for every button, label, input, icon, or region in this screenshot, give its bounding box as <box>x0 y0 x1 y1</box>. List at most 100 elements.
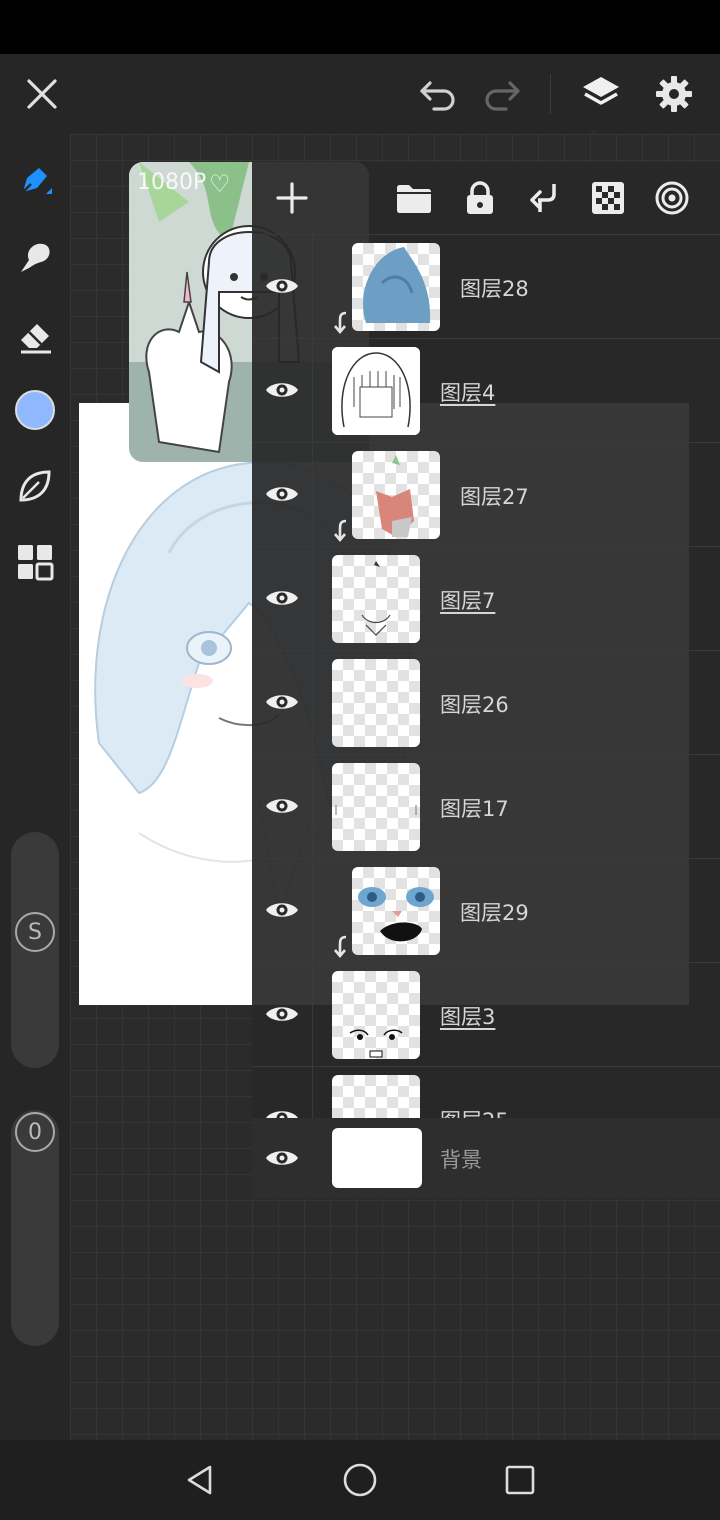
clip-arrow-icon <box>334 519 347 543</box>
layer-thumbnail <box>352 451 440 539</box>
eye-icon <box>266 279 298 293</box>
layers-icon <box>583 77 619 105</box>
settings-button[interactable] <box>644 54 704 134</box>
layer-name: 背景 <box>440 1148 482 1172</box>
visibility-toggle[interactable] <box>260 365 304 415</box>
add-layer-button[interactable] <box>264 170 320 226</box>
eye-icon <box>266 487 298 501</box>
blend-mode-button[interactable] <box>644 170 700 226</box>
eye-icon <box>266 1151 298 1165</box>
layer-thumbnail <box>332 971 420 1059</box>
visibility-toggle[interactable] <box>260 261 304 311</box>
back-button[interactable] <box>160 1440 240 1520</box>
close-icon <box>27 79 57 109</box>
current-color-swatch <box>15 390 55 430</box>
visibility-toggle[interactable] <box>260 573 304 623</box>
layer-row[interactable]: 图层7 <box>252 546 720 651</box>
eye-icon <box>266 383 298 397</box>
leaf-icon <box>19 470 51 502</box>
size-slider-knob[interactable]: S <box>13 910 57 954</box>
add-folder-button[interactable] <box>386 170 442 226</box>
visibility-toggle[interactable] <box>260 885 304 935</box>
plus-icon <box>276 182 308 214</box>
visibility-toggle[interactable] <box>260 1133 304 1183</box>
alpha-lock-button[interactable] <box>580 170 636 226</box>
clipping-mask-icon <box>530 184 556 212</box>
clip-arrow-icon <box>334 935 347 959</box>
home-button[interactable] <box>320 1440 400 1520</box>
gear-icon <box>656 76 692 112</box>
lock-icon <box>467 181 493 214</box>
layers-button[interactable] <box>570 54 632 134</box>
smudge-icon <box>21 243 50 272</box>
eye-icon <box>266 591 298 605</box>
smudge-tool[interactable] <box>0 228 70 288</box>
close-button[interactable] <box>12 54 72 134</box>
layer-name: 图层7 <box>440 589 496 613</box>
eraser-tool[interactable] <box>0 306 70 366</box>
row-separator <box>312 339 313 443</box>
row-separator <box>312 547 313 651</box>
clipping-indicator <box>332 935 352 959</box>
layer-name: 图层3 <box>440 1005 496 1029</box>
blend-icon <box>655 181 689 215</box>
stabilizer-tool[interactable] <box>0 456 70 516</box>
brush-tool[interactable] <box>0 152 70 212</box>
opacity-label: 0 <box>28 1119 42 1145</box>
visibility-toggle[interactable] <box>260 469 304 519</box>
row-separator <box>312 963 313 1067</box>
checkerboard-icon <box>592 182 624 214</box>
clipping-indicator <box>332 519 352 543</box>
row-separator <box>312 651 313 755</box>
visibility-toggle[interactable] <box>260 989 304 1039</box>
visibility-toggle[interactable] <box>260 677 304 727</box>
recents-square-icon <box>505 1465 535 1495</box>
layer-name: 图层27 <box>460 485 529 509</box>
layer-row[interactable]: 图层29 <box>252 858 720 963</box>
layer-row[interactable]: 图层28 <box>252 234 720 339</box>
lock-layer-button[interactable] <box>452 170 508 226</box>
clipping-indicator <box>332 311 352 335</box>
layer-thumbnail <box>332 1128 422 1188</box>
layer-thumbnail <box>352 243 440 331</box>
home-circle-icon <box>343 1463 377 1497</box>
clipping-mask-button[interactable] <box>516 170 572 226</box>
more-tools[interactable] <box>0 532 70 592</box>
toolbar-divider <box>550 74 551 114</box>
opacity-slider-knob[interactable]: 0 <box>13 1110 57 1154</box>
layer-row[interactable]: 图层17 <box>252 754 720 859</box>
visibility-toggle[interactable] <box>260 781 304 831</box>
recents-button[interactable] <box>480 1440 560 1520</box>
size-label: S <box>28 919 42 945</box>
layer-thumbnail <box>332 659 420 747</box>
layer-row-background[interactable]: 背景 <box>252 1118 720 1198</box>
layer-name: 图层17 <box>440 797 509 821</box>
eye-icon <box>266 695 298 709</box>
undo-icon <box>420 81 455 111</box>
layer-name: 图层29 <box>460 901 529 925</box>
layer-row[interactable]: 图层4 <box>252 338 720 443</box>
layer-thumbnail <box>332 763 420 851</box>
layer-row[interactable]: 图层26 <box>252 650 720 755</box>
status-bar <box>0 0 720 54</box>
row-separator <box>312 859 313 963</box>
layer-row[interactable]: 图层27 <box>252 442 720 547</box>
folder-icon <box>397 185 431 213</box>
layer-row[interactable]: 图层3 <box>252 962 720 1067</box>
eraser-icon <box>21 324 51 354</box>
layer-name: 图层4 <box>440 381 496 405</box>
brush-size-slider[interactable]: S <box>11 832 59 1068</box>
eye-icon <box>266 903 298 917</box>
system-navigation-bar <box>0 1440 720 1520</box>
heart-icon: ♡ <box>209 170 231 198</box>
back-triangle-icon <box>187 1465 212 1495</box>
opacity-slider[interactable]: 0 <box>11 1110 59 1346</box>
pen-icon <box>22 168 52 194</box>
layer-thumbnail <box>352 867 440 955</box>
undo-button[interactable] <box>408 54 468 134</box>
color-picker[interactable] <box>0 380 70 440</box>
clip-arrow-icon <box>334 311 347 335</box>
grid-icon <box>18 545 54 581</box>
redo-button[interactable] <box>472 54 532 134</box>
layer-thumbnail <box>332 555 420 643</box>
